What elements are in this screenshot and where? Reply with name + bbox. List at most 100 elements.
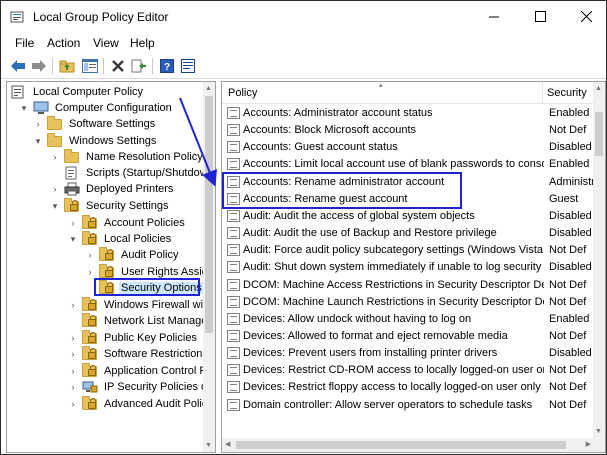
policy-list-pane: ▴ Policy Security Accounts: Administrato… <box>221 81 606 453</box>
tree-item-audit-policy[interactable]: › Audit Policy <box>85 247 180 263</box>
policy-row[interactable]: Accounts: Rename administrator account Ad… <box>222 174 597 191</box>
policy-row[interactable]: DCOM: Machine Access Restrictions in Sec… <box>222 277 597 294</box>
chevron-down-icon[interactable]: ▾ <box>68 231 78 247</box>
security-setting-value: Enabled <box>549 158 590 171</box>
show-hide-tree-button[interactable] <box>80 56 100 76</box>
policy-row[interactable]: Audit: Shut down system immediately if u… <box>222 259 597 276</box>
folder-lock-icon <box>82 215 98 230</box>
scrollbar-thumb[interactable] <box>595 112 603 156</box>
tree-item-windows-firewall[interactable]: › Windows Firewall with <box>68 297 214 313</box>
menu-view[interactable]: View <box>93 36 119 50</box>
tree-item-label: Software Restriction Policies <box>104 348 215 360</box>
chevron-right-icon[interactable]: › <box>85 264 95 280</box>
tree-item-user-rights-assignment[interactable]: › User Rights Assignment <box>85 264 215 280</box>
tree-item-security-options[interactable]: Security Options <box>85 280 204 296</box>
tree-item-deployed-printers[interactable]: › Deployed Printers <box>50 181 175 197</box>
tree-item-security-settings[interactable]: ▾ Security Settings <box>50 198 171 214</box>
chevron-right-icon[interactable]: › <box>50 149 60 165</box>
scroll-right-icon[interactable]: ▶ <box>586 440 591 448</box>
column-header-policy[interactable]: Policy <box>228 87 257 99</box>
policy-setting-icon <box>227 158 240 171</box>
column-divider[interactable] <box>542 82 543 104</box>
policy-row[interactable]: Accounts: Block Microsoft accounts Not De… <box>222 122 597 139</box>
policy-row[interactable]: Accounts: Limit local account use of bla… <box>222 156 597 173</box>
close-button[interactable] <box>563 1 606 32</box>
policy-row[interactable]: Audit: Force audit policy subcategory se… <box>222 242 597 259</box>
console-tree[interactable]: Local Computer Policy ▾ Computer Configu… <box>6 81 216 453</box>
policy-row[interactable]: Devices: Restrict floppy access to local… <box>222 379 597 396</box>
column-header-security-setting[interactable]: Security <box>547 87 587 99</box>
policy-row[interactable]: Devices: Allowed to format and eject rem… <box>222 328 597 345</box>
chevron-right-icon[interactable]: › <box>50 181 60 197</box>
chevron-right-icon[interactable]: › <box>68 330 78 346</box>
policy-name: Devices: Allow undock without having to … <box>243 312 472 325</box>
help-button[interactable]: ? <box>157 56 177 76</box>
chevron-right-icon[interactable]: › <box>68 346 78 362</box>
scroll-up-icon[interactable]: ▲ <box>205 85 212 92</box>
forward-button[interactable] <box>29 56 49 76</box>
chevron-right-icon[interactable]: › <box>85 247 95 263</box>
policy-row[interactable]: Accounts: Guest account status Disabled <box>222 139 597 156</box>
scroll-down-icon[interactable]: ▼ <box>595 428 602 435</box>
chevron-right-icon[interactable]: › <box>68 363 78 379</box>
tree-item-scripts[interactable]: Scripts (Startup/Shutdown) <box>50 165 215 181</box>
security-setting-value: Disabled <box>549 227 592 240</box>
policy-row[interactable]: Devices: Allow undock without having to … <box>222 311 597 328</box>
policy-row[interactable]: Devices: Restrict CD-ROM access to local… <box>222 362 597 379</box>
list-horizontal-scrollbar[interactable]: ◀ ▶ <box>222 438 605 452</box>
tree-item-label: Software Settings <box>69 118 156 130</box>
tree-item-ip-security-policies[interactable]: › IP Security Policies on <box>68 379 215 395</box>
minimize-button[interactable] <box>471 1 517 32</box>
back-button[interactable] <box>8 56 28 76</box>
chevron-right-icon[interactable]: › <box>33 116 43 132</box>
policy-row[interactable]: Audit: Audit the access of global system… <box>222 208 597 225</box>
scroll-left-icon[interactable]: ◀ <box>225 440 230 448</box>
policy-row[interactable]: Accounts: Rename guest account Guest <box>222 191 597 208</box>
policy-setting-icon <box>227 329 240 342</box>
scrollbar-thumb[interactable] <box>205 96 213 333</box>
chevron-down-icon[interactable]: ▾ <box>33 133 43 149</box>
scroll-up-icon[interactable]: ▲ <box>595 85 602 92</box>
tree-vertical-scrollbar[interactable]: ▲ ▼ <box>203 82 215 452</box>
scrollbar-thumb[interactable] <box>236 441 566 449</box>
menu-action[interactable]: Action <box>47 36 80 50</box>
chevron-right-icon[interactable]: › <box>68 396 78 412</box>
scroll-down-icon[interactable]: ▼ <box>205 442 212 449</box>
tree-item-software-restriction[interactable]: › Software Restriction Policies <box>68 346 215 362</box>
tree-item-computer-configuration[interactable]: ▾ Computer Configuration <box>19 100 174 116</box>
tree-item-software-settings[interactable]: › Software Settings <box>33 116 157 132</box>
security-setting-value: Disabled <box>549 209 592 222</box>
tree-item-application-control[interactable]: › Application Control Policies <box>68 363 215 379</box>
policy-row[interactable]: Domain controller: Allow server operator… <box>222 397 597 414</box>
chevron-right-icon[interactable]: › <box>68 297 78 313</box>
tree-item-public-key-policies[interactable]: › Public Key Policies <box>68 330 199 346</box>
up-folder-button[interactable] <box>57 56 77 76</box>
tree-item-network-list-manager[interactable]: Network List Manager <box>68 313 213 329</box>
policy-name: Devices: Restrict CD-ROM access to local… <box>243 364 544 377</box>
properties-button[interactable] <box>178 56 198 76</box>
list-vertical-scrollbar[interactable]: ▲ ▼ <box>593 82 605 438</box>
chevron-right-icon[interactable]: › <box>68 215 78 231</box>
tree-item-local-computer-policy[interactable]: Local Computer Policy <box>11 84 145 100</box>
policy-row[interactable]: Devices: Prevent users from installing p… <box>222 345 597 362</box>
delete-button[interactable] <box>108 56 128 76</box>
tree-item-local-policies[interactable]: ▾ Local Policies <box>68 231 173 247</box>
menu-help[interactable]: Help <box>130 36 155 50</box>
tree-item-windows-settings[interactable]: ▾ Windows Settings <box>33 133 158 149</box>
export-list-button[interactable] <box>129 56 149 76</box>
maximize-button[interactable] <box>517 1 563 32</box>
menu-file[interactable]: File <box>15 36 34 50</box>
tree-item-advanced-audit-policy[interactable]: › Advanced Audit Policy <box>68 396 215 412</box>
chevron-down-icon[interactable]: ▾ <box>19 100 29 116</box>
chevron-down-icon[interactable]: ▾ <box>50 198 60 214</box>
folder-icon <box>47 133 63 148</box>
tree-item-account-policies[interactable]: › Account Policies <box>68 215 187 231</box>
chevron-right-icon[interactable]: › <box>68 379 78 395</box>
policy-row[interactable]: DCOM: Machine Launch Restrictions in Sec… <box>222 294 597 311</box>
tree-item-label: Account Policies <box>104 217 185 229</box>
tree-item-name-resolution-policy[interactable]: › Name Resolution Policy <box>50 149 205 165</box>
policy-row[interactable]: Accounts: Administrator account status En… <box>222 105 597 122</box>
policy-row[interactable]: Audit: Audit the use of Backup and Resto… <box>222 225 597 242</box>
